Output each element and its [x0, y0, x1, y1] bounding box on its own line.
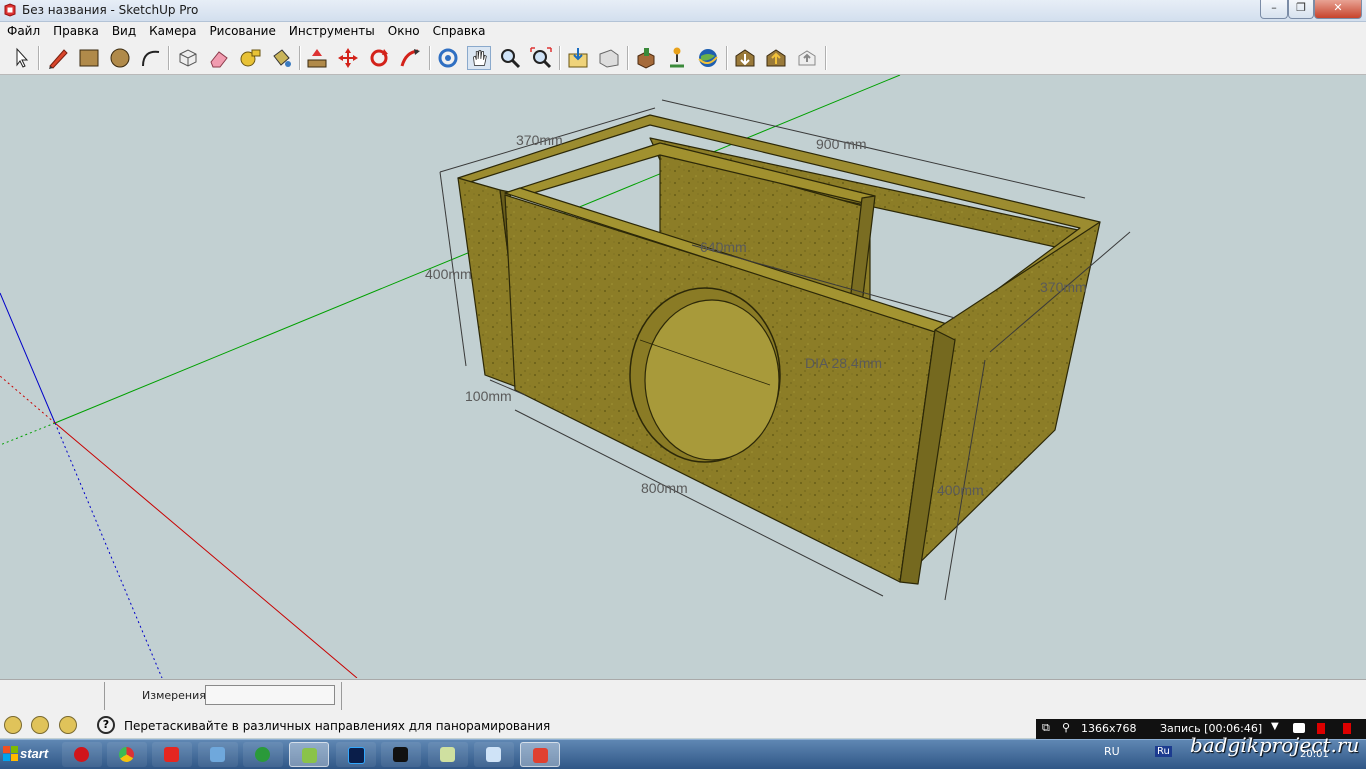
folder-icon[interactable]: [428, 742, 468, 767]
axis-green-dotted: [0, 422, 56, 446]
rotate-icon[interactable]: [367, 46, 391, 70]
menu-draw[interactable]: Рисование: [202, 22, 281, 38]
notepad-icon[interactable]: [474, 742, 514, 767]
geo-location-icon[interactable]: [4, 716, 22, 734]
eraser-icon[interactable]: [207, 46, 231, 70]
dim-dia: DIA 28,4mm: [805, 355, 882, 371]
axis-blue-line: [0, 292, 56, 424]
subwoofer-box[interactable]: [457, 114, 1101, 585]
get-models-icon[interactable]: [566, 46, 590, 70]
select-icon[interactable]: [9, 46, 33, 70]
title-bar: Без названия - SketchUp Pro – ❐ ✕: [0, 0, 1366, 22]
warehouse-share-icon[interactable]: [764, 46, 788, 70]
utorrent-icon[interactable]: [243, 742, 283, 767]
start-button[interactable]: start: [0, 741, 58, 767]
zoom-icon[interactable]: [498, 46, 522, 70]
dim-370-top: 370mm: [516, 132, 563, 148]
zoom-extents-icon[interactable]: [529, 46, 553, 70]
push-pull-icon[interactable]: [305, 46, 329, 70]
sketchup-app-icon: [4, 3, 16, 17]
follow-me-icon[interactable]: [398, 46, 422, 70]
google-earth-icon[interactable]: [696, 46, 720, 70]
watermark-text: badgikproject.ru: [1190, 733, 1360, 757]
rectangle-icon[interactable]: [77, 46, 101, 70]
window-title: Без названия - SketchUp Pro: [22, 3, 199, 17]
measure-divider: [104, 682, 105, 710]
get-models-pin-icon[interactable]: [665, 46, 689, 70]
extension-warehouse-icon[interactable]: [795, 46, 819, 70]
model-viewport[interactable]: 370mm 900 mm 640mm 400mm 370mm DIA 28,4m…: [0, 75, 1366, 678]
language-switch[interactable]: Ru: [1155, 746, 1172, 757]
pan-icon[interactable]: [467, 46, 491, 70]
arc-icon[interactable]: [139, 46, 163, 70]
speaker-cutout-inner: [644, 299, 780, 461]
clock[interactable]: 20:01: [1300, 749, 1329, 760]
media-icon[interactable]: [381, 742, 421, 767]
circle-icon[interactable]: [108, 46, 132, 70]
dim-400-left: 400mm: [425, 266, 472, 282]
dropdown-arrow-icon[interactable]: ▼: [1271, 721, 1279, 732]
menu-window[interactable]: Окно: [381, 22, 426, 38]
measurements-bar: Измерения: [0, 679, 1366, 712]
taskbar: start RU Ru badgikproject.ru 20:01: [0, 733, 1366, 769]
measurements-label: Измерения: [142, 689, 206, 702]
axis-red-line: [54, 422, 358, 678]
menu-view[interactable]: Вид: [105, 22, 142, 38]
dim-900: 900 mm: [816, 136, 867, 152]
viewport-canvas: 370mm 900 mm 640mm 400mm 370mm DIA 28,4m…: [0, 75, 1131, 678]
orbit-icon[interactable]: [436, 46, 460, 70]
windows-logo-icon: [3, 746, 18, 761]
notepadpp-icon[interactable]: [289, 742, 329, 767]
menu-tools[interactable]: Инструменты: [282, 22, 381, 38]
measurements-input[interactable]: [205, 685, 335, 705]
measure-divider: [341, 682, 342, 710]
remote-icon[interactable]: [198, 742, 238, 767]
camera-icon[interactable]: [1293, 723, 1305, 733]
maximize-button[interactable]: ❐: [1288, 0, 1314, 19]
tape-measure-icon[interactable]: [238, 46, 262, 70]
paint-bucket-icon[interactable]: [269, 46, 293, 70]
warehouse-get-icon[interactable]: [733, 46, 757, 70]
dim-370-right: 370mm: [1040, 279, 1087, 295]
photoshop-icon[interactable]: [336, 742, 376, 767]
axis-blue-dotted: [54, 422, 163, 678]
pencil-line-icon[interactable]: [46, 46, 70, 70]
dim-100: 100mm: [465, 388, 512, 404]
minimize-button[interactable]: –: [1260, 0, 1288, 19]
axis-red-dotted: [0, 375, 56, 424]
opera-icon[interactable]: [62, 742, 102, 767]
recorder-resolution: 1366x768: [1081, 722, 1137, 735]
credits-icon[interactable]: [31, 716, 49, 734]
language-indicator[interactable]: RU: [1104, 745, 1120, 758]
chrome-icon[interactable]: [107, 742, 147, 767]
place-model-icon[interactable]: [634, 46, 658, 70]
sketchup-icon[interactable]: [520, 742, 560, 767]
dim-640: 640mm: [700, 239, 747, 255]
window-mode-icon[interactable]: ⧉: [1042, 721, 1050, 735]
move-icon[interactable]: [336, 46, 360, 70]
menu-file[interactable]: Файл: [0, 22, 46, 38]
yandex-icon[interactable]: [152, 742, 192, 767]
share-model-icon[interactable]: [597, 46, 621, 70]
menu-bar: Файл Правка Вид Камера Рисование Инструменты О…: [0, 22, 1366, 42]
menu-camera[interactable]: Камера: [142, 22, 202, 38]
close-button[interactable]: ✕: [1314, 0, 1362, 19]
dim-400-right: 400mm: [937, 482, 984, 498]
dim-800: 800mm: [641, 480, 688, 496]
copyright-icon[interactable]: [59, 716, 77, 734]
menu-help[interactable]: Справка: [426, 22, 492, 38]
magnifier-icon[interactable]: ⚲: [1062, 721, 1070, 734]
toolbar: [0, 42, 1366, 75]
status-message: Перетаскивайте в различных направлениях …: [124, 719, 551, 733]
help-icon[interactable]: ?: [97, 716, 115, 734]
make-component-icon[interactable]: [176, 46, 200, 70]
menu-edit[interactable]: Правка: [46, 22, 105, 38]
